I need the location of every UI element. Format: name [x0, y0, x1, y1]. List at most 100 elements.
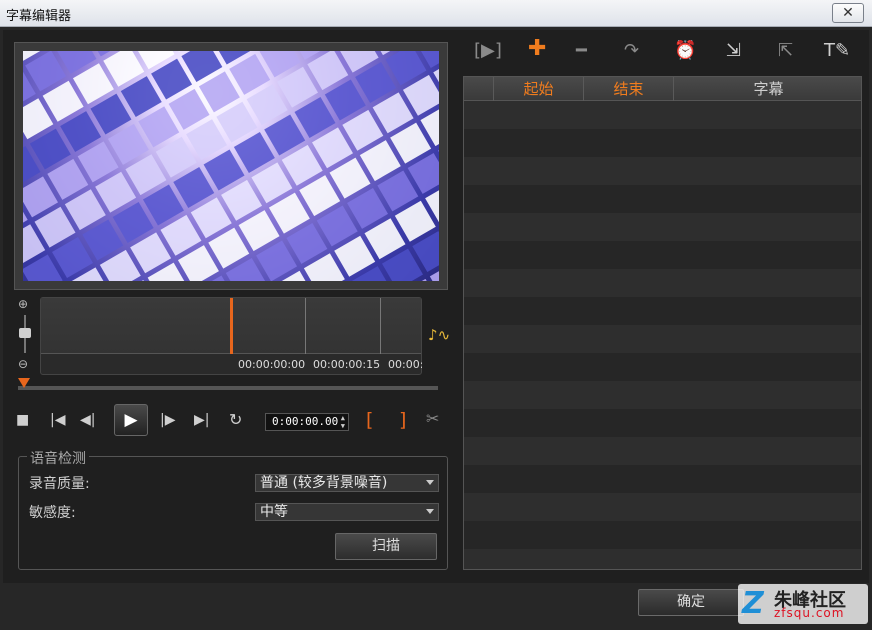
add-subtitle-icon[interactable]: ✚: [528, 36, 546, 61]
preview-tile: [329, 157, 371, 199]
voice-detection-group: 语音检测 录音质量: 普通 (较多背景噪音) 敏感度: 中等 扫描: [18, 448, 448, 570]
table-row[interactable]: [464, 269, 861, 297]
zoom-control: ⊕ ⊖: [16, 297, 34, 375]
table-row[interactable]: [464, 409, 861, 437]
table-row[interactable]: [464, 353, 861, 381]
play-button[interactable]: ▶: [114, 404, 148, 436]
preview-tile: [277, 66, 318, 108]
zoom-in-icon[interactable]: ⊕: [18, 297, 28, 311]
preview-tile: [52, 237, 94, 278]
preview-tile: [77, 141, 119, 183]
preview-tile: [34, 206, 76, 248]
repeat-icon[interactable]: ↻: [229, 410, 242, 429]
table-row[interactable]: [464, 549, 861, 569]
preview-tile: [359, 140, 401, 182]
import-subtitle-icon[interactable]: ⇲: [726, 40, 741, 61]
column-header-select: [464, 77, 494, 101]
merge-subtitle-icon[interactable]: ↷: [624, 40, 639, 61]
table-row[interactable]: [464, 241, 861, 269]
table-row[interactable]: [464, 381, 861, 409]
scrub-handle[interactable]: [18, 378, 30, 388]
preview-tile: [294, 97, 336, 138]
subtitle-list[interactable]: 起始 结束 字幕: [463, 76, 862, 570]
close-button[interactable]: ✕: [832, 3, 864, 23]
sensitivity-dropdown[interactable]: 中等: [255, 503, 439, 521]
timeline-gridline: [305, 298, 306, 354]
zoom-slider-handle[interactable]: [19, 328, 31, 338]
text-options-icon[interactable]: T✎: [824, 40, 850, 61]
timeline-cursor[interactable]: [230, 298, 233, 354]
table-row[interactable]: [464, 325, 861, 353]
scan-button[interactable]: 扫描: [335, 533, 437, 560]
column-header-start[interactable]: 起始: [494, 77, 584, 101]
preview-tile: [155, 136, 197, 178]
column-header-subtitle[interactable]: 字幕: [674, 77, 861, 101]
preview-tile: [286, 222, 328, 264]
preview-tile: [64, 189, 106, 231]
table-row[interactable]: [464, 297, 861, 325]
table-row[interactable]: [464, 213, 861, 241]
preview-tile: [355, 62, 397, 103]
preview-tile: [264, 114, 306, 156]
timecode-field[interactable]: 0:00:00.00 ▲ ▼: [265, 413, 349, 431]
preview-tile: [203, 149, 245, 191]
watermark-z-icon: Z: [742, 586, 764, 621]
table-row[interactable]: [464, 101, 861, 129]
quality-value: 普通 (较多背景噪音): [260, 475, 388, 491]
subtitle-timeline[interactable]: 00:00:00:00 00:00:00:15 00:00:0: [40, 297, 422, 375]
zoom-out-icon[interactable]: ⊖: [18, 357, 28, 371]
preview-tile: [246, 84, 288, 126]
preview-tile: [238, 210, 280, 252]
preview-image: [23, 51, 439, 281]
preview-tile: [107, 123, 149, 165]
table-row[interactable]: [464, 465, 861, 493]
quality-dropdown[interactable]: 普通 (较多背景噪音): [255, 474, 439, 492]
table-row[interactable]: [464, 185, 861, 213]
scrub-bar[interactable]: [18, 386, 438, 390]
tile-pattern: [23, 51, 439, 281]
audio-waveform-icon[interactable]: ♪∿: [428, 326, 450, 344]
export-subtitle-icon[interactable]: ⇱: [778, 40, 793, 61]
play-subtitle-icon[interactable]: [▶]: [474, 40, 502, 61]
preview-tile: [173, 167, 215, 208]
table-row[interactable]: [464, 437, 861, 465]
video-preview: [14, 42, 448, 290]
go-to-end-icon[interactable]: ▶|: [194, 412, 209, 428]
scissors-icon[interactable]: ✂: [426, 409, 439, 428]
time-offset-icon[interactable]: ⏰: [674, 40, 696, 61]
preview-tile: [364, 218, 406, 260]
table-row[interactable]: [464, 157, 861, 185]
preview-tile: [216, 101, 258, 143]
remove-subtitle-icon[interactable]: ━: [576, 40, 587, 61]
preview-tile: [229, 53, 271, 95]
group-title: 语音检测: [27, 448, 89, 468]
preview-tile: [95, 171, 137, 213]
preview-tile: [251, 162, 293, 204]
preview-tile: [160, 214, 202, 256]
timecode-spinner-icon[interactable]: ▲ ▼: [341, 414, 345, 430]
column-header-end[interactable]: 结束: [584, 77, 674, 101]
preview-tile: [268, 192, 310, 234]
previous-frame-icon[interactable]: ◀|: [80, 412, 95, 428]
chevron-down-icon: [426, 480, 434, 485]
preview-tile: [125, 154, 167, 196]
preview-tile: [82, 219, 124, 261]
preview-tile: [324, 79, 366, 121]
preview-tile: [90, 93, 132, 135]
go-to-start-icon[interactable]: |◀: [50, 412, 65, 428]
preview-tile: [130, 232, 172, 274]
sensitivity-label: 敏感度:: [29, 505, 76, 521]
next-frame-icon[interactable]: |▶: [160, 412, 175, 428]
table-row[interactable]: [464, 493, 861, 521]
timecode-value: 0:00:00.00: [272, 415, 339, 428]
mark-out-button[interactable]: ]: [399, 409, 406, 431]
stop-icon[interactable]: ■: [16, 412, 29, 428]
mark-in-button[interactable]: [: [366, 409, 373, 431]
table-row[interactable]: [464, 129, 861, 157]
preview-tile: [377, 170, 419, 212]
preview-tile: [186, 119, 228, 161]
table-row[interactable]: [464, 521, 861, 549]
ok-button[interactable]: 确定: [638, 589, 744, 616]
preview-tile: [208, 227, 250, 269]
preview-tile: [60, 111, 102, 153]
